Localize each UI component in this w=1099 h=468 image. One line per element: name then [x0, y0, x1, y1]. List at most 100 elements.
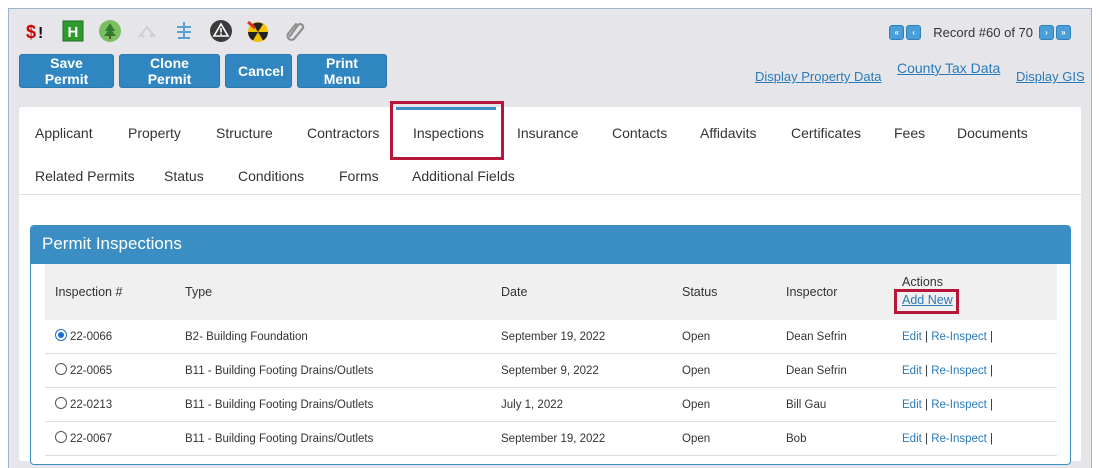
warning-icon[interactable]: [209, 19, 233, 43]
tree-icon[interactable]: [98, 19, 122, 43]
card-title: Permit Inspections: [31, 226, 1070, 264]
svg-text:!: !: [38, 25, 43, 42]
permit-inspections-card: Permit Inspections Inspection # Type Dat…: [30, 225, 1071, 465]
cell-actions: Edit | Re-Inspect |: [902, 433, 993, 445]
display-gis-link[interactable]: Display GIS: [1016, 69, 1085, 84]
reinspect-link[interactable]: Re-Inspect: [931, 365, 987, 377]
edit-link[interactable]: Edit: [902, 365, 922, 377]
cell-inspection-number: 22-0066: [70, 331, 113, 343]
cell-status: Open: [682, 365, 711, 377]
cell-date: September 19, 2022: [501, 433, 606, 445]
edit-link[interactable]: Edit: [902, 399, 922, 411]
snowflake-icon[interactable]: [135, 19, 159, 43]
tab-property[interactable]: Property: [128, 125, 181, 141]
tab-contractors[interactable]: Contractors: [307, 125, 379, 141]
county-tax-data-link[interactable]: County Tax Data: [897, 60, 1000, 76]
separator: |: [925, 433, 929, 445]
row-select-radio[interactable]: [55, 431, 67, 443]
cell-inspector: Bill Gau: [786, 399, 827, 411]
save-permit-button[interactable]: Save Permit: [19, 54, 114, 88]
cell-inspection-number: 22-0065: [70, 365, 113, 377]
cell-status: Open: [682, 433, 711, 445]
separator: |: [925, 399, 929, 411]
row-select-radio[interactable]: [55, 397, 67, 409]
header-type: Type: [185, 285, 213, 299]
tab-documents[interactable]: Documents: [957, 125, 1028, 141]
last-record-icon[interactable]: »: [1056, 25, 1071, 40]
header-actions: Actions: [902, 275, 943, 289]
separator: |: [990, 433, 994, 445]
cell-date: July 1, 2022: [501, 399, 564, 411]
add-new-highlight: [894, 289, 959, 314]
tab-related-permits[interactable]: Related Permits: [35, 168, 135, 184]
permit-panel: Applicant Property Structure Contractors…: [19, 107, 1081, 465]
svg-text:H: H: [68, 24, 79, 41]
cell-type: B11 - Building Footing Drains/Outlets: [185, 365, 374, 377]
tab-affidavits[interactable]: Affidavits: [700, 125, 757, 141]
cell-type: B2- Building Foundation: [185, 331, 308, 343]
tab-applicant[interactable]: Applicant: [35, 125, 93, 141]
display-property-data-link[interactable]: Display Property Data: [755, 69, 881, 84]
cell-inspection-number: 22-0067: [70, 433, 113, 445]
cell-date: September 9, 2022: [501, 365, 599, 377]
tab-insurance[interactable]: Insurance: [517, 125, 578, 141]
water-icon[interactable]: [172, 19, 196, 43]
tab-contacts[interactable]: Contacts: [612, 125, 667, 141]
reinspect-link[interactable]: Re-Inspect: [931, 331, 987, 343]
table-row[interactable]: 22-0067 B11 - Building Footing Drains/Ou…: [45, 422, 1057, 456]
table-row[interactable]: 22-0066 B2- Building Foundation Septembe…: [45, 320, 1057, 354]
reinspect-link[interactable]: Re-Inspect: [931, 399, 987, 411]
header-date: Date: [501, 285, 528, 299]
previous-record-icon[interactable]: ‹: [906, 25, 922, 40]
cell-actions: Edit | Re-Inspect |: [902, 365, 993, 377]
edit-link[interactable]: Edit: [902, 331, 922, 343]
tab-additional-fields[interactable]: Additional Fields: [412, 168, 515, 184]
next-record-icon[interactable]: ›: [1039, 25, 1054, 40]
separator: |: [990, 331, 994, 343]
cancel-button[interactable]: Cancel: [225, 54, 292, 88]
hazard-icon[interactable]: [246, 19, 270, 43]
cell-status: Open: [682, 399, 711, 411]
tab-bar: Applicant Property Structure Contractors…: [19, 107, 1081, 195]
cell-date: September 19, 2022: [501, 331, 606, 343]
cell-inspector: Dean Sefrin: [786, 331, 847, 343]
reinspect-link[interactable]: Re-Inspect: [931, 433, 987, 445]
record-navigator: « ‹ Record #60 of 70 › »: [889, 25, 1073, 40]
row-select-radio[interactable]: [55, 329, 67, 341]
tab-structure[interactable]: Structure: [216, 125, 273, 141]
edit-link[interactable]: Edit: [902, 433, 922, 445]
header-status: Status: [682, 285, 718, 299]
record-counter: Record #60 of 70: [933, 25, 1033, 40]
first-record-icon[interactable]: «: [889, 25, 905, 40]
cell-type: B11 - Building Footing Drains/Outlets: [185, 433, 374, 445]
icon-toolbar: $! H: [24, 18, 320, 44]
separator: |: [925, 365, 929, 377]
separator: |: [990, 365, 994, 377]
cell-inspector: Bob: [786, 433, 807, 445]
tab-conditions[interactable]: Conditions: [238, 168, 304, 184]
tab-status[interactable]: Status: [164, 168, 204, 184]
paperclip-icon[interactable]: [283, 19, 307, 43]
print-menu-button[interactable]: Print Menu: [297, 54, 387, 88]
tab-certificates[interactable]: Certificates: [791, 125, 861, 141]
table-row[interactable]: 22-0213 B11 - Building Footing Drains/Ou…: [45, 388, 1057, 422]
cell-type: B11 - Building Footing Drains/Outlets: [185, 399, 374, 411]
action-button-row: Save Permit Clone Permit Cancel Print Me…: [19, 54, 392, 88]
dollar-alert-icon[interactable]: $!: [24, 19, 48, 43]
svg-text:$: $: [26, 22, 36, 42]
inspections-tab-highlight: [390, 101, 504, 160]
tab-fees[interactable]: Fees: [894, 125, 925, 141]
cell-actions: Edit | Re-Inspect |: [902, 399, 993, 411]
cell-actions: Edit | Re-Inspect |: [902, 331, 993, 343]
separator: |: [990, 399, 994, 411]
cell-inspection-number: 22-0213: [70, 399, 113, 411]
header-inspector: Inspector: [786, 285, 838, 299]
row-select-radio[interactable]: [55, 363, 67, 375]
tab-forms[interactable]: Forms: [339, 168, 379, 184]
header-inspection-number: Inspection #: [55, 285, 123, 299]
clone-permit-button[interactable]: Clone Permit: [119, 54, 220, 88]
cell-inspector: Dean Sefrin: [786, 365, 847, 377]
table-row[interactable]: 22-0065 B11 - Building Footing Drains/Ou…: [45, 354, 1057, 388]
separator: |: [925, 331, 929, 343]
h-badge-icon[interactable]: H: [61, 19, 85, 43]
